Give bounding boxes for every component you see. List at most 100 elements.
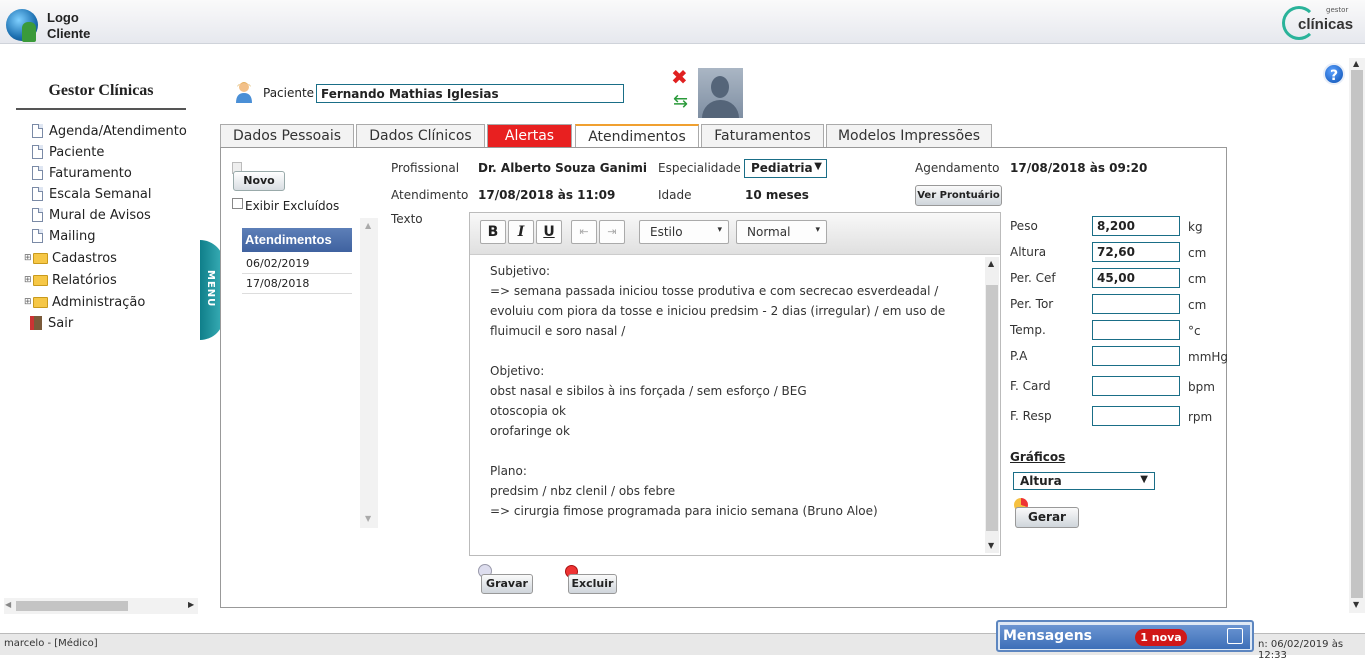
vital-label: F. Card (1010, 379, 1051, 393)
sidebar-item[interactable]: Faturamento (24, 164, 132, 182)
bold-button[interactable]: B (480, 220, 506, 244)
sidebar-item[interactable]: Sair (24, 314, 73, 332)
document-icon (32, 208, 43, 222)
italic-button[interactable]: I (508, 220, 534, 244)
sidebar-item[interactable]: Mural de Avisos (24, 206, 151, 224)
vital-unit: cm (1188, 272, 1207, 286)
swap-icon[interactable]: ⇆ (673, 93, 688, 111)
patient-name-input[interactable]: Fernando Mathias Iglesias (316, 84, 624, 103)
vital-unit: kg (1188, 220, 1203, 234)
new-button[interactable]: Novo (233, 171, 285, 191)
agendamento-label: Agendamento (915, 161, 1000, 175)
expand-icon[interactable]: ⊞ (24, 253, 32, 263)
messages-title: Mensagens (1003, 628, 1092, 644)
sidebar-item[interactable]: Agenda/Atendimento (24, 122, 187, 140)
rich-text-editor[interactable]: B I U ⇤ ⇥ Estilo Normal Subjetivo: => sem… (469, 212, 1001, 556)
graph-type-value: Altura (1020, 474, 1062, 488)
logo-line-1: Logo (47, 10, 79, 25)
vital-unit: bpm (1188, 380, 1215, 394)
editor-line (490, 341, 980, 361)
scroll-up-icon[interactable]: ▲ (988, 259, 994, 268)
editor-scrollbar[interactable]: ▲ ▼ (985, 257, 999, 553)
messages-badge[interactable]: 1 nova (1135, 629, 1187, 646)
especialidade-label: Especialidade (658, 161, 741, 175)
show-excluded-checkbox[interactable] (232, 198, 243, 209)
editor-line (490, 441, 980, 461)
attendance-date-item[interactable]: 17/08/2018 (242, 274, 352, 294)
sidebar-item[interactable]: ⊞ Cadastros (24, 249, 117, 267)
close-icon[interactable]: ✖ (671, 67, 688, 87)
attendance-date-item[interactable]: 06/02/2019 (242, 254, 352, 274)
expand-icon[interactable]: ⊞ (24, 275, 32, 285)
sidebar-item-label: Relatórios (52, 272, 117, 288)
dropdown-arrow-icon: ▼ (814, 161, 822, 172)
scroll-down-icon[interactable]: ▼ (1353, 600, 1359, 609)
sidebar-item[interactable]: ⊞ Administração (24, 293, 145, 311)
editor-line: Plano: (490, 464, 527, 478)
document-icon (32, 124, 43, 138)
sidebar-item[interactable]: Paciente (24, 143, 104, 161)
scroll-up-icon[interactable]: ▲ (1353, 59, 1359, 68)
editor-content[interactable]: Subjetivo: => semana passada iniciou toss… (490, 261, 980, 521)
tab-modelos-impressoes[interactable]: Modelos Impressões (826, 124, 992, 148)
agendamento-value: 17/08/2018 às 09:20 (1010, 161, 1148, 175)
vital-input[interactable] (1092, 320, 1180, 340)
expand-window-icon[interactable] (1227, 628, 1243, 644)
underline-button[interactable]: U (536, 220, 562, 244)
sidebar-item[interactable]: Escala Semanal (24, 185, 152, 203)
editor-line: orofaringe ok (490, 424, 570, 438)
tab-faturamentos[interactable]: Faturamentos (701, 124, 824, 148)
vital-label: Altura (1010, 245, 1047, 259)
tab-alertas[interactable]: Alertas (487, 124, 572, 148)
sidebar-item[interactable]: ⊞ Relatórios (24, 271, 117, 289)
vital-input[interactable] (1092, 294, 1180, 314)
vital-input[interactable]: 72,60 (1092, 242, 1180, 262)
scroll-thumb[interactable] (16, 601, 128, 611)
outdent-icon[interactable]: ⇤ (571, 220, 597, 244)
folder-icon (33, 252, 48, 264)
vital-label: Temp. (1010, 323, 1046, 337)
scroll-thumb[interactable] (986, 285, 998, 531)
style-select[interactable]: Estilo (639, 220, 729, 244)
graph-type-select[interactable]: Altura ▼ (1013, 472, 1155, 490)
indent-icon[interactable]: ⇥ (599, 220, 625, 244)
vital-input[interactable]: 45,00 (1092, 268, 1180, 288)
scroll-left-icon[interactable]: ◀ (5, 600, 11, 609)
tab-dados-clinicos[interactable]: Dados Clínicos (356, 124, 485, 148)
vital-unit: °c (1188, 324, 1201, 338)
scroll-down-icon[interactable]: ▼ (365, 514, 371, 523)
scroll-thumb[interactable] (1351, 70, 1363, 598)
sidebar-item-label: Cadastros (52, 250, 117, 266)
vital-input[interactable]: 8,200 (1092, 216, 1180, 236)
vital-input[interactable] (1092, 346, 1180, 366)
vital-unit: rpm (1188, 410, 1213, 424)
scroll-right-icon[interactable]: ▶ (188, 600, 194, 609)
vital-input[interactable] (1092, 406, 1180, 426)
patient-label: Paciente (263, 86, 315, 100)
vital-input[interactable] (1092, 376, 1180, 396)
patient-photo[interactable] (698, 68, 743, 118)
ver-prontuario-button[interactable]: Ver Prontuário (915, 185, 1002, 206)
attendance-list-header: Atendimentos (242, 228, 352, 252)
editor-line: => cirurgia fimose programada para inici… (490, 504, 878, 518)
especialidade-value: Pediatria (751, 161, 813, 175)
brand-logo: gestor clínicas (1282, 4, 1353, 44)
format-select[interactable]: Normal (736, 220, 827, 244)
gerar-button[interactable]: Gerar (1015, 507, 1079, 528)
tab-atendimentos[interactable]: Atendimentos (575, 124, 699, 149)
client-logo: Logo Cliente (47, 10, 90, 42)
page-scrollbar[interactable]: ▲ ▼ (1349, 58, 1365, 613)
help-icon[interactable]: ? (1323, 63, 1345, 85)
idade-value: 10 meses (745, 188, 809, 202)
expand-icon[interactable]: ⊞ (24, 297, 32, 307)
gravar-button[interactable]: Gravar (481, 574, 533, 594)
scroll-down-icon[interactable]: ▼ (988, 541, 994, 550)
excluir-button[interactable]: Excluir (568, 574, 617, 594)
list-scrollbar[interactable]: ▲ ▼ (360, 218, 378, 528)
especialidade-select[interactable]: Pediatria ▼ (744, 159, 827, 178)
editor-line: obst nasal e sibilos à ins forçada / sem… (490, 384, 807, 398)
scroll-up-icon[interactable]: ▲ (365, 221, 371, 230)
tab-dados-pessoais[interactable]: Dados Pessoais (220, 124, 354, 148)
sidebar-item[interactable]: Mailing (24, 227, 96, 245)
horizontal-scrollbar[interactable]: ◀ ▶ (4, 598, 198, 614)
